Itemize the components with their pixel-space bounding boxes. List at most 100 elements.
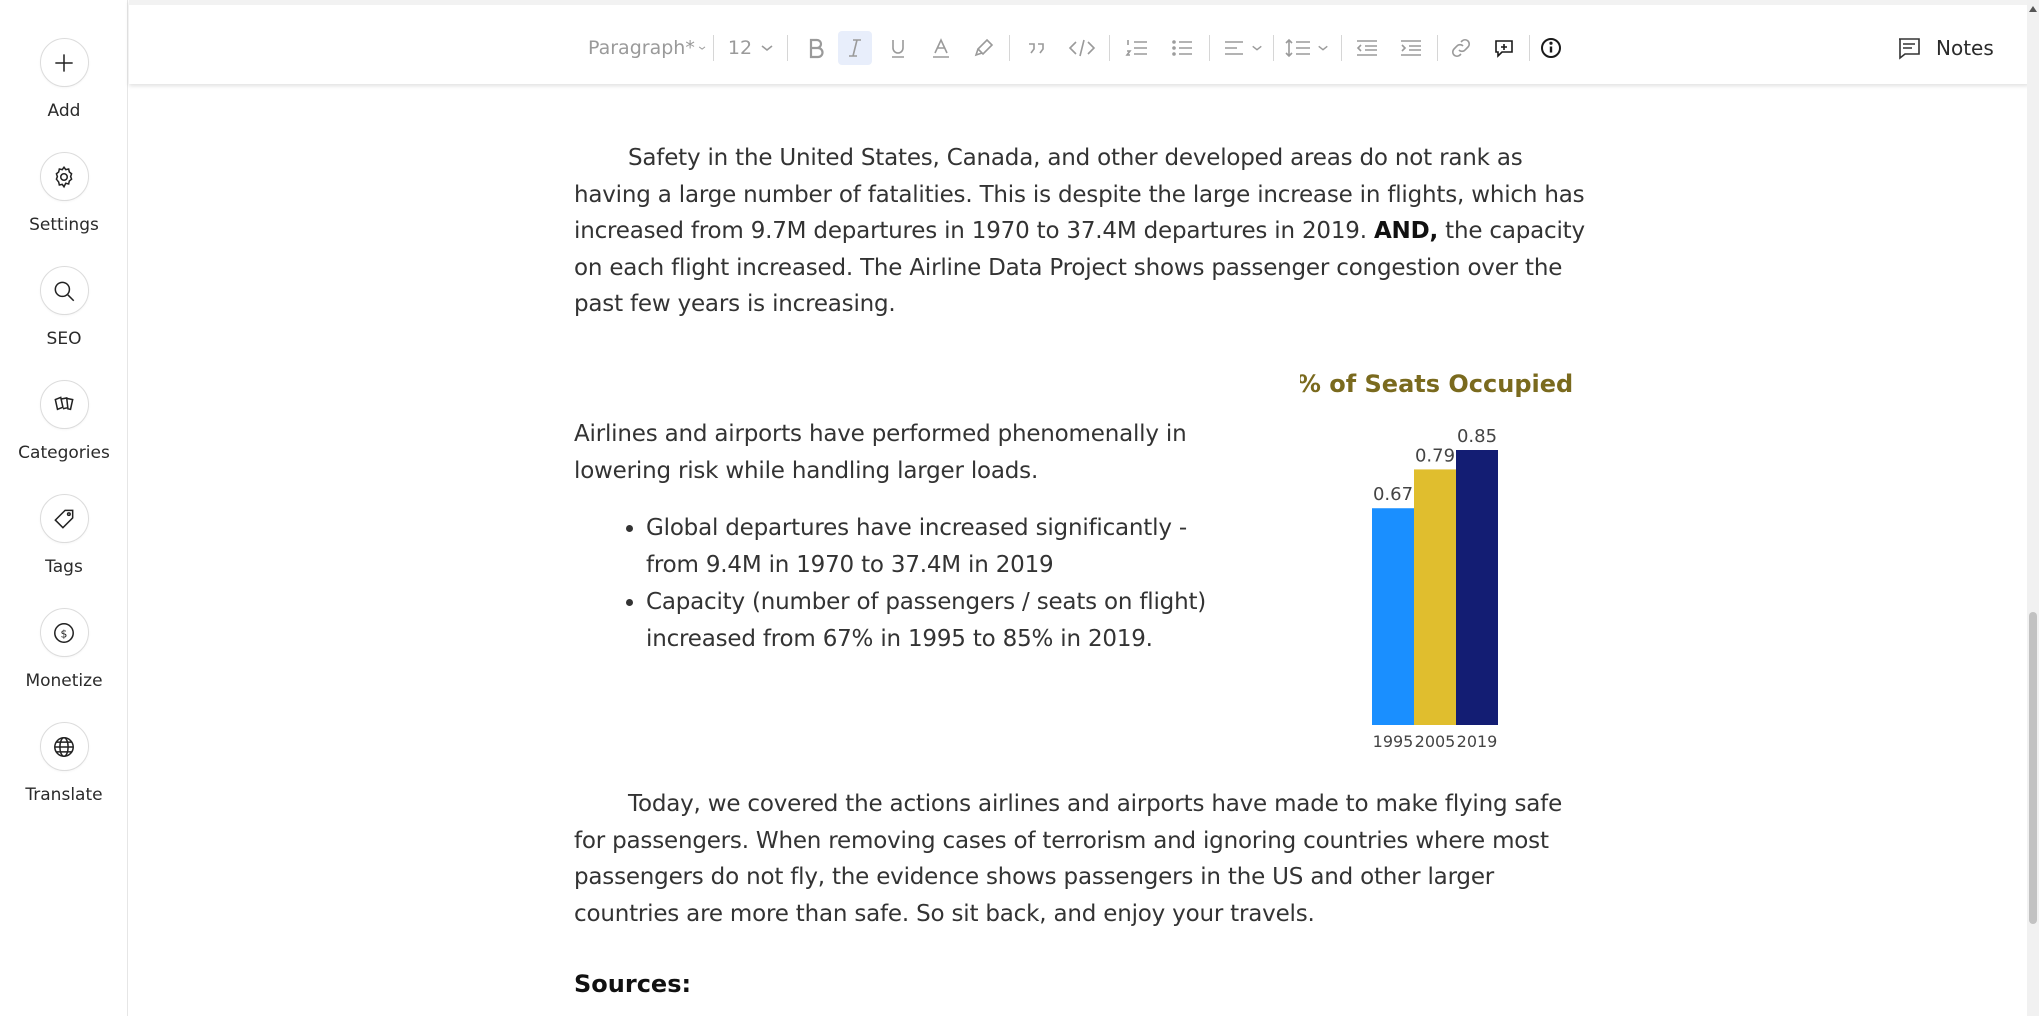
sidebar-item-label: Settings xyxy=(29,215,99,235)
svg-text:$: $ xyxy=(61,627,68,640)
italic-icon xyxy=(849,39,861,57)
chart-x-tick-label: 2019 xyxy=(1457,732,1498,751)
chevron-down-icon xyxy=(1252,45,1262,51)
link-icon xyxy=(1451,38,1471,58)
bold-text: AND, xyxy=(1373,218,1439,245)
sidebar-item-label: Tags xyxy=(45,557,83,577)
sidebar-item-label: Categories xyxy=(18,443,110,463)
sidebar-item-label: Translate xyxy=(25,785,103,805)
link-button[interactable] xyxy=(1443,31,1479,65)
globe-icon xyxy=(39,722,89,771)
vertical-scrollbar[interactable] xyxy=(2027,0,2039,1016)
gear-icon xyxy=(39,152,89,201)
list-item[interactable]: Capacity (number of passengers / seats o… xyxy=(646,584,1232,657)
chart-bar-2019 xyxy=(1456,450,1498,725)
quote-icon xyxy=(1029,43,1044,54)
sidebar-item-translate[interactable]: Translate xyxy=(0,722,128,832)
tag-icon xyxy=(39,494,89,543)
line-spacing-dropdown[interactable] xyxy=(1281,31,1333,65)
chevron-down-icon xyxy=(761,45,773,52)
numbered-list-button[interactable] xyxy=(1119,31,1155,65)
bold-button[interactable] xyxy=(799,31,833,65)
numbered-list-icon xyxy=(1125,40,1147,56)
outdent-icon xyxy=(1356,40,1377,56)
scroll-up-arrow-icon[interactable] xyxy=(2029,6,2037,12)
search-icon xyxy=(39,266,89,315)
toolbar-divider xyxy=(1341,35,1342,61)
increase-indent-button[interactable] xyxy=(1393,31,1429,65)
code-icon xyxy=(1068,39,1096,57)
chart-x-tick-label: 1995 xyxy=(1373,732,1414,751)
info-button[interactable] xyxy=(1533,31,1569,65)
font-size-value: 12 xyxy=(727,37,753,59)
highlight-button[interactable] xyxy=(967,31,1001,65)
align-left-icon xyxy=(1225,41,1243,55)
paragraph-safety[interactable]: Safety in the United States, Canada, and… xyxy=(574,140,1589,323)
bullet-list: Global departures have increased signifi… xyxy=(612,510,1232,658)
blockquote-button[interactable] xyxy=(1019,31,1053,65)
toolbar-divider xyxy=(1437,35,1438,61)
paragraph-conclusion[interactable]: Today, we covered the actions airlines a… xyxy=(574,786,1584,932)
notes-button[interactable]: Notes xyxy=(1896,31,1994,65)
toolbar-divider xyxy=(1009,35,1010,61)
sidebar-item-label: Monetize xyxy=(25,671,103,691)
notes-label: Notes xyxy=(1936,36,1994,60)
sidebar-item-tags[interactable]: Tags xyxy=(0,494,128,604)
highlighter-icon xyxy=(974,38,994,57)
paragraph-performance[interactable]: Airlines and airports have performed phe… xyxy=(574,416,1214,489)
sidebar-item-label: SEO xyxy=(46,329,82,349)
dollar-icon: $ xyxy=(39,608,89,657)
sources-heading[interactable]: Sources: xyxy=(574,970,691,998)
bulleted-list-icon xyxy=(1172,40,1192,56)
plus-icon xyxy=(39,38,89,87)
alignment-dropdown[interactable] xyxy=(1219,31,1267,65)
text-color-icon xyxy=(933,38,949,58)
toolbar-divider xyxy=(1273,35,1274,61)
paragraph-text: Today, we covered the actions airlines a… xyxy=(574,791,1563,927)
paragraph-style-value: Paragraph* xyxy=(588,37,695,59)
italic-button[interactable] xyxy=(838,31,872,65)
chart-bar-1995 xyxy=(1372,508,1414,725)
sidebar-item-add[interactable]: Add xyxy=(0,38,128,148)
toolbar-divider xyxy=(787,35,788,61)
left-sidebar: Add Settings SEO Categories Tags $ Monet… xyxy=(0,0,128,1016)
indent-icon xyxy=(1401,40,1421,56)
chart-x-tick-label: 2005 xyxy=(1415,732,1456,751)
font-size-dropdown[interactable]: 12 xyxy=(727,31,775,65)
formatting-toolbar: Paragraph* 12 Notes xyxy=(129,0,2029,84)
chart-svg: % of Seats Occupied 0.67 1995 0.79 2005 0.85… xyxy=(1297,370,1573,751)
toolbar-divider xyxy=(1529,35,1530,61)
sidebar-item-categories[interactable]: Categories xyxy=(0,380,128,490)
toolbar-divider xyxy=(713,35,714,61)
categories-icon xyxy=(39,380,89,429)
toolbar-divider xyxy=(1109,35,1110,61)
info-icon xyxy=(1541,38,1561,58)
chevron-down-icon xyxy=(698,46,706,50)
code-button[interactable] xyxy=(1062,31,1102,65)
underline-icon xyxy=(892,40,904,58)
sidebar-item-label: Add xyxy=(47,101,81,121)
editor-app: Add Settings SEO Categories Tags $ Monet… xyxy=(0,0,2039,1016)
sidebar-item-monetize[interactable]: $ Monetize xyxy=(0,608,128,718)
paragraph-style-dropdown[interactable]: Paragraph* xyxy=(588,31,706,65)
bulleted-list-button[interactable] xyxy=(1164,31,1200,65)
scrollbar-thumb[interactable] xyxy=(2029,612,2037,924)
notes-icon xyxy=(1899,38,1920,60)
chart-title: % of Seats Occupied xyxy=(1300,370,1573,398)
bold-icon xyxy=(809,38,824,59)
chart-data-label: 0.67 xyxy=(1373,484,1413,505)
seats-occupied-chart[interactable]: % of Seats Occupied 0.67 1995 0.79 2005 0.85… xyxy=(1297,356,1600,756)
toolbar-divider xyxy=(1209,35,1210,61)
chart-data-label: 0.85 xyxy=(1457,426,1497,447)
list-item[interactable]: Global departures have increased signifi… xyxy=(646,510,1232,583)
sidebar-item-settings[interactable]: Settings xyxy=(0,152,128,262)
chart-data-label: 0.79 xyxy=(1415,445,1455,466)
chevron-down-icon xyxy=(1318,45,1328,51)
line-spacing-icon xyxy=(1285,38,1310,58)
add-embed-icon xyxy=(1495,40,1513,58)
underline-button[interactable] xyxy=(881,31,915,65)
sidebar-item-seo[interactable]: SEO xyxy=(0,266,128,376)
text-color-button[interactable] xyxy=(924,31,958,65)
decrease-indent-button[interactable] xyxy=(1349,31,1385,65)
insert-embed-button[interactable] xyxy=(1487,31,1523,65)
